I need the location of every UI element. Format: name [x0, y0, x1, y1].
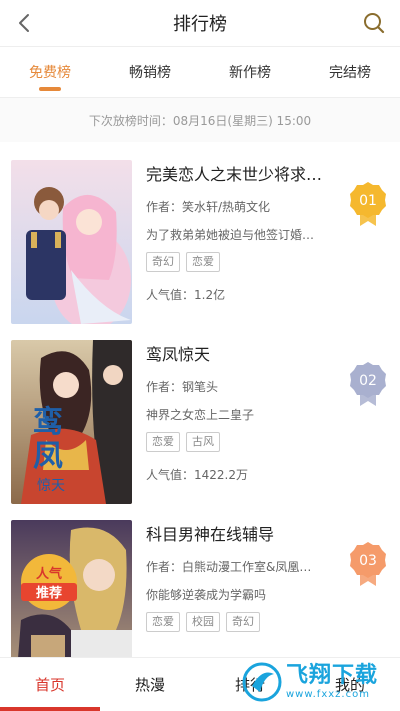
rank-badge-icon: 02 — [350, 362, 386, 406]
svg-text:惊天: 惊天 — [37, 478, 65, 494]
ranking-tabs: 免费榜 畅销榜 新作榜 完结榜 — [0, 46, 400, 98]
rank-badge-icon: 03 — [350, 542, 386, 586]
tab-new[interactable]: 新作榜 — [200, 47, 300, 97]
book-description: 为了救弟弟她被迫与他签订婚… — [146, 228, 315, 242]
book-info: 鸾凤惊天 作者：钢笔头 神界之女恋上二皇子 恋爱 古风 人气值：1422.2万 — [146, 340, 326, 484]
tab-completed[interactable]: 完结榜 — [300, 47, 400, 97]
cover-badge-text: 推荐 — [36, 585, 62, 601]
tab-active-indicator — [39, 87, 61, 91]
genre-tag: 校园 — [186, 612, 220, 632]
genre-tag: 恋爱 — [186, 252, 220, 272]
popularity-value: 人气值：1422.2万 — [146, 468, 248, 482]
book-author: 作者：白熊动漫工作室&凤凰… — [146, 560, 312, 574]
rank-badge-icon: 01 — [350, 182, 386, 226]
back-arrow-icon[interactable] — [14, 11, 36, 35]
tab-label: 免费榜 — [29, 65, 71, 81]
rank-number: 03 — [359, 553, 377, 569]
book-title: 鸾凤惊天 — [146, 345, 211, 364]
tab-label: 新作榜 — [229, 65, 271, 81]
nav-hot[interactable]: 热漫 — [100, 658, 200, 711]
book-tags: 恋爱 古风 — [146, 432, 326, 452]
tab-free[interactable]: 免费榜 — [0, 47, 100, 97]
book-cover-image[interactable] — [11, 160, 132, 324]
book-cover-image[interactable]: 鸾 凤 惊天 — [11, 340, 132, 504]
cover-badge-text: 人气 — [36, 566, 62, 582]
book-cover-image[interactable]: 人气 推荐 — [11, 520, 132, 657]
rank-number: 01 — [359, 193, 377, 209]
list-item[interactable]: 人气 推荐 科目男神在线辅导 作者：白熊动漫工作室&凤凰… 你能够逆袭成为学霸吗… — [0, 502, 400, 657]
watermark-url: www.fxxz.com — [286, 689, 370, 700]
search-icon[interactable] — [362, 11, 386, 35]
genre-tag: 恋爱 — [146, 612, 180, 632]
app-root: 排行榜 免费榜 畅销榜 新作榜 完结榜 下次放榜时间：08月16日(星期三) 1… — [0, 0, 400, 711]
genre-tag: 古风 — [186, 432, 220, 452]
page-title: 排行榜 — [173, 14, 227, 35]
site-watermark: 飞翔下载 www.fxxz.com — [242, 656, 392, 708]
svg-text:鸾: 鸾 — [33, 405, 63, 440]
tab-label: 畅销榜 — [129, 65, 171, 81]
watermark-text: 飞翔下载 www.fxxz.com — [286, 663, 378, 701]
list-item[interactable]: 完美恋人之末世少将求… 作者：笑水轩/热萌文化 为了救弟弟她被迫与他签订婚… 奇… — [0, 142, 400, 324]
book-tags: 奇幻 恋爱 — [146, 252, 326, 272]
watermark-main-text: 飞翔下载 — [286, 663, 379, 688]
book-description: 你能够逆袭成为学霸吗 — [146, 588, 267, 602]
book-author: 作者：笑水轩/热萌文化 — [146, 200, 271, 214]
book-title: 科目男神在线辅导 — [146, 525, 275, 544]
nav-home[interactable]: 首页 — [0, 658, 100, 711]
book-info: 科目男神在线辅导 作者：白熊动漫工作室&凤凰… 你能够逆袭成为学霸吗 恋爱 校园… — [146, 520, 326, 632]
next-release-time: 下次放榜时间：08月16日(星期三) 15:00 — [0, 98, 400, 142]
book-description: 神界之女恋上二皇子 — [146, 408, 255, 422]
tab-bestseller[interactable]: 畅销榜 — [100, 47, 200, 97]
watermark-logo-icon — [242, 662, 282, 702]
header: 排行榜 — [0, 0, 400, 46]
book-author: 作者：钢笔头 — [146, 380, 219, 394]
genre-tag: 奇幻 — [146, 252, 180, 272]
book-info: 完美恋人之末世少将求… 作者：笑水轩/热萌文化 为了救弟弟她被迫与他签订婚… 奇… — [146, 160, 326, 304]
book-tags: 恋爱 校园 奇幻 — [146, 612, 326, 632]
book-title: 完美恋人之末世少将求… — [146, 165, 323, 184]
tab-label: 完结榜 — [329, 65, 371, 81]
ranking-list: 完美恋人之末世少将求… 作者：笑水轩/热萌文化 为了救弟弟她被迫与他签订婚… 奇… — [0, 142, 400, 657]
genre-tag: 恋爱 — [146, 432, 180, 452]
popularity-value: 人气值：1.2亿 — [146, 288, 226, 302]
genre-tag: 奇幻 — [226, 612, 260, 632]
list-item[interactable]: 鸾 凤 惊天 鸾凤惊天 作者：钢笔头 神界之女恋上二皇子 恋爱 古风 人气值：1… — [0, 322, 400, 504]
rank-number: 02 — [359, 373, 377, 389]
svg-text:凤: 凤 — [33, 439, 63, 474]
